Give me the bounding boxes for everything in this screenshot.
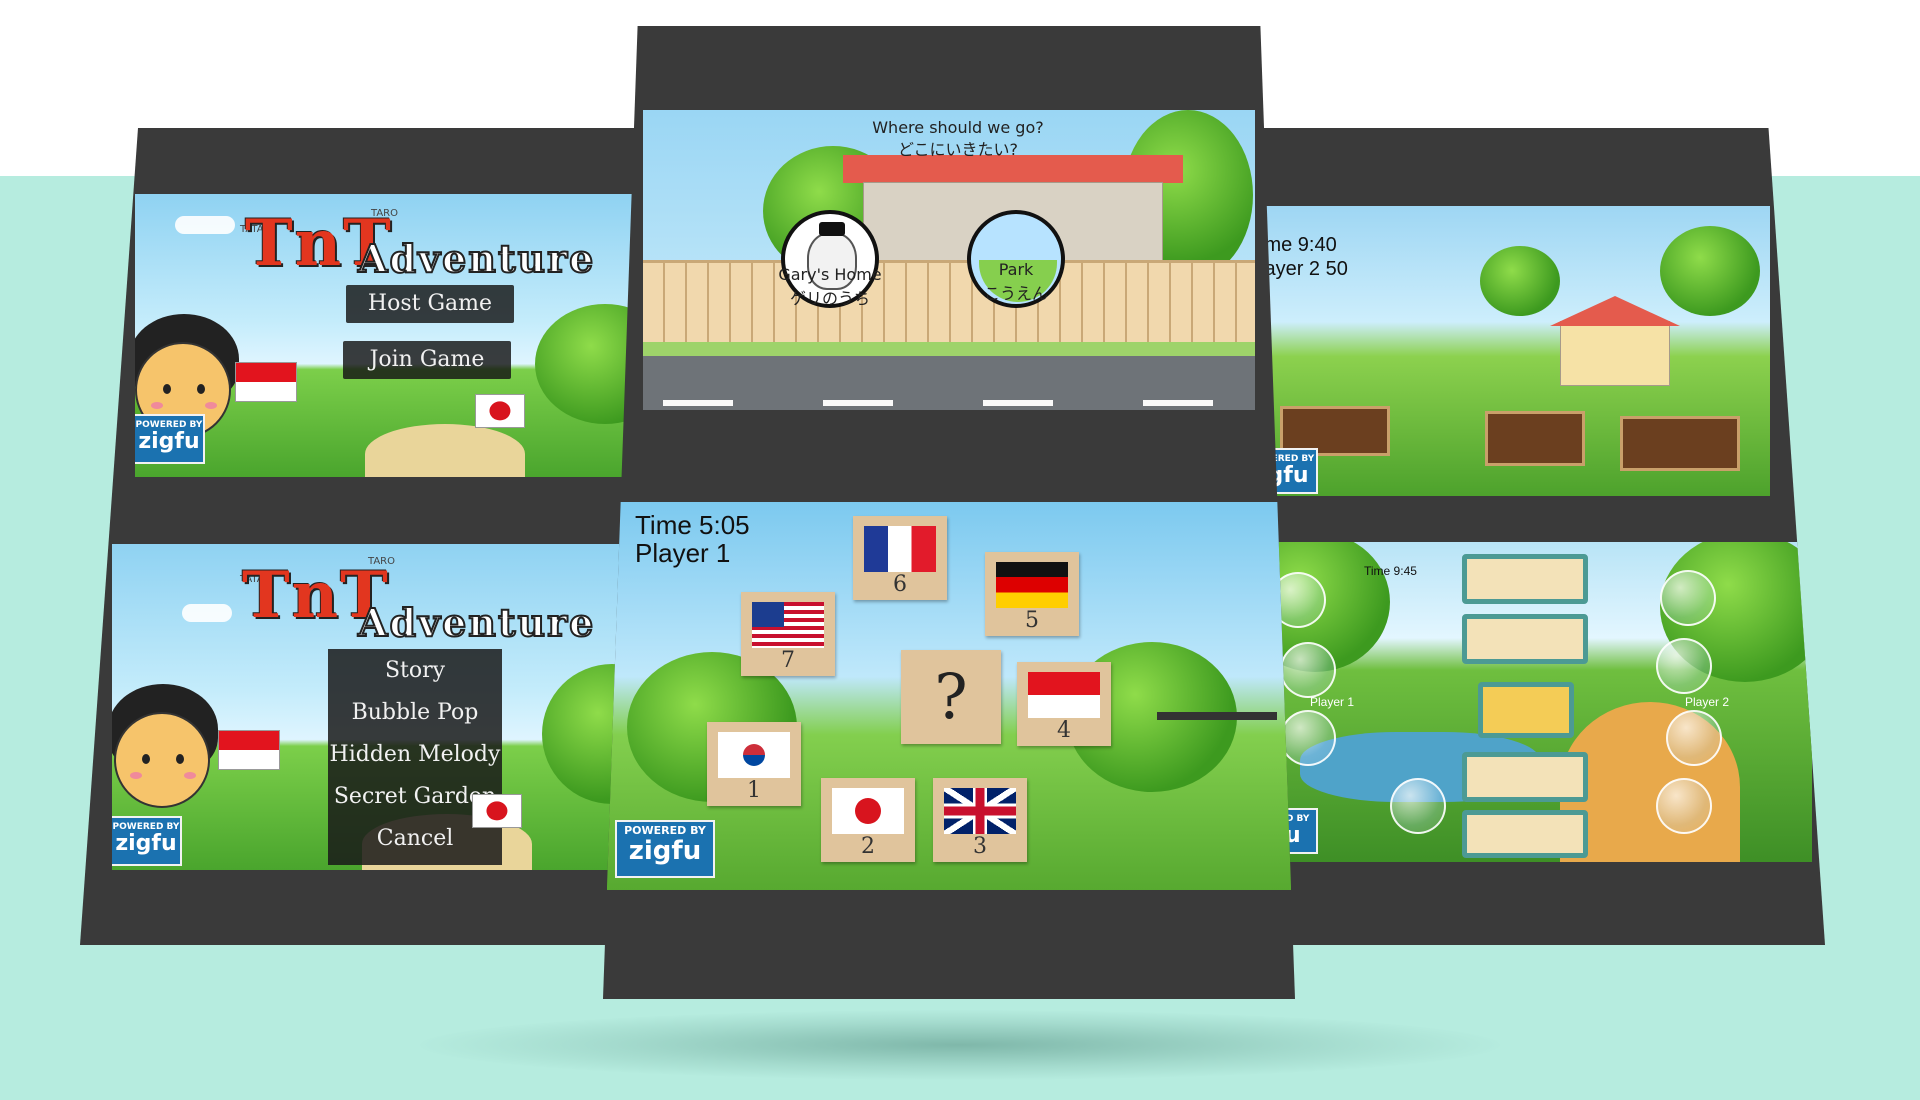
- tool-bubble[interactable]: [1280, 710, 1336, 766]
- menu-item-bubble-pop[interactable]: Bubble Pop: [328, 693, 502, 733]
- vegetable-bed: [1620, 416, 1740, 471]
- park-label-jp: こうえん: [983, 284, 1048, 303]
- flag-card-united-kingdom[interactable]: 3: [933, 778, 1027, 862]
- prompt-japanese: どこにいきたい?: [897, 140, 1018, 159]
- floor-shadow: [420, 1010, 1500, 1080]
- indonesia-flag-icon: [218, 730, 280, 770]
- logo-taro: TARO: [368, 556, 395, 567]
- flag-card-usa[interactable]: 7: [741, 592, 835, 676]
- host-game-button[interactable]: Host Game: [346, 285, 514, 323]
- title-screen: TATA TnT TARO Adventure Host Game Join G…: [135, 194, 660, 477]
- logo-taro: TARO: [371, 208, 398, 219]
- flag-card-south-korea[interactable]: 1: [707, 722, 801, 806]
- flag-card-germany[interactable]: 5: [985, 552, 1079, 636]
- puzzle-slot[interactable]: [1462, 810, 1588, 858]
- indonesia-flag-icon: [235, 362, 297, 402]
- japan-flag-icon: [832, 788, 904, 834]
- tool-bubble[interactable]: [1280, 642, 1336, 698]
- player-label: Player 1: [635, 538, 731, 568]
- garys-home-label-jp: ゲリのうち: [789, 289, 870, 308]
- united-kingdom-flag-icon: [944, 788, 1016, 834]
- zigfu-badge: POWERED BY zigfu: [112, 816, 182, 866]
- france-flag-icon: [864, 526, 936, 572]
- player-score: layer 2 50: [1260, 258, 1348, 280]
- puzzle-slot[interactable]: [1462, 614, 1588, 664]
- game-menu: Story Bubble Pop Hidden Melody Secret Ga…: [328, 649, 502, 865]
- character-avatar: [114, 712, 210, 808]
- japan-flag-icon: [472, 794, 522, 828]
- germany-flag-icon: [996, 562, 1068, 608]
- puzzle-slot[interactable]: [1462, 752, 1588, 802]
- flag-quiz-screen: Time 5:05 Player 1 ? 6 5 7 4 1 2 3 POWER…: [607, 502, 1291, 890]
- join-game-button[interactable]: Join Game: [343, 341, 511, 379]
- tool-bubble[interactable]: [1656, 778, 1712, 834]
- zigfu-badge: POWERED BY zigfu: [135, 414, 205, 464]
- garys-home-label: Gary's Home: [778, 265, 882, 284]
- destination-screen: Where should we go? どこにいきたい? Gary's Home…: [643, 110, 1255, 410]
- vegetable-bed: [1485, 411, 1585, 466]
- farm-house: [1560, 321, 1670, 386]
- flag-card-france[interactable]: 6: [853, 516, 947, 600]
- logo-adventure: Adventure: [357, 235, 596, 282]
- prompt-english: Where should we go?: [872, 118, 1044, 137]
- puzzle-screen: Time 9:45 Player 1 Player 2 ERED BY fu: [1260, 542, 1812, 862]
- hat-icon: [819, 222, 845, 236]
- south-korea-flag-icon: [718, 732, 790, 778]
- tool-bubble[interactable]: [1656, 638, 1712, 694]
- right-device: ime 9:40 layer 2 50 WERED BY gfu Time 9:…: [1260, 128, 1825, 945]
- fence: [643, 260, 1255, 342]
- menu-item-story[interactable]: Story: [328, 651, 502, 691]
- tool-bubble[interactable]: [1660, 570, 1716, 626]
- garden-screen: ime 9:40 layer 2 50 WERED BY gfu: [1260, 206, 1770, 496]
- tool-bubble[interactable]: [1390, 778, 1446, 834]
- time-readout: Time 9:45: [1364, 564, 1417, 578]
- player-2-label: Player 2: [1685, 695, 1730, 709]
- swing-set: [1157, 712, 1277, 802]
- tree: [1480, 246, 1560, 316]
- game-menu-screen: TATA TnT TARO Adventure Story Bubble Pop…: [112, 544, 660, 870]
- flag-card-japan[interactable]: 2: [821, 778, 915, 862]
- center-device: Where should we go? どこにいきたい? Gary's Home…: [603, 26, 1295, 999]
- usa-flag-icon: [752, 602, 824, 648]
- menu-item-hidden-melody[interactable]: Hidden Melody: [328, 735, 502, 775]
- puzzle-slot[interactable]: [1462, 554, 1588, 604]
- mystery-card: ?: [901, 650, 1001, 744]
- puzzle-dial[interactable]: [1478, 682, 1574, 738]
- left-device: TATA TnT TARO Adventure Host Game Join G…: [80, 128, 660, 945]
- time-readout: Time 5:05: [635, 510, 750, 540]
- tree: [1660, 226, 1760, 316]
- logo-adventure: Adventure: [357, 599, 596, 646]
- time-readout: ime 9:40: [1260, 234, 1337, 256]
- flag-card-indonesia[interactable]: 4: [1017, 662, 1111, 746]
- zigfu-badge: POWERED BY zigfu: [615, 820, 715, 878]
- japan-flag-icon: [475, 394, 525, 428]
- player-1-label: Player 1: [1310, 695, 1355, 709]
- indonesia-flag-icon: [1028, 672, 1100, 718]
- tool-bubble[interactable]: [1666, 710, 1722, 766]
- park-label: Park: [998, 260, 1034, 279]
